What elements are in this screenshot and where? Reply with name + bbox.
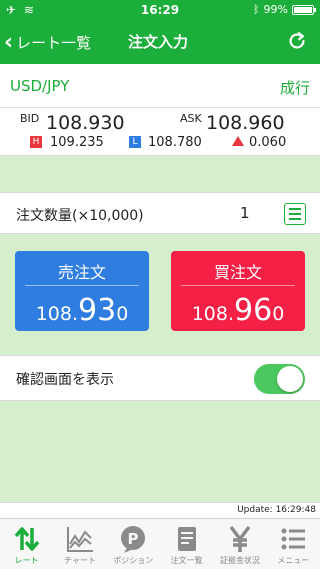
refresh-icon[interactable] xyxy=(286,30,308,52)
quantity-list-icon[interactable] xyxy=(284,203,306,225)
low-badge: L xyxy=(129,136,141,148)
order-list-icon xyxy=(177,527,196,551)
buy-price: 108.960 xyxy=(191,293,285,328)
tab-order-list[interactable]: 注文一覧 xyxy=(160,519,213,569)
yen-icon xyxy=(229,525,251,552)
tab-label: ポジション xyxy=(113,556,154,565)
quantity-label: 注文数量(×10,000) xyxy=(16,208,144,224)
quantity-value[interactable]: 1 xyxy=(240,204,250,222)
tab-label: 証拠金状況 xyxy=(219,556,260,565)
tab-menu[interactable]: メニュー xyxy=(267,519,320,569)
up-arrow-icon xyxy=(232,136,244,146)
tab-bar: レート チャート P ポジション 注文一覧 証拠金状況 メニュー xyxy=(0,518,320,569)
confirm-label: 確認画面を表示 xyxy=(16,372,114,388)
page-title: 注文入力 xyxy=(128,33,189,51)
sell-price: 108.930 xyxy=(35,293,129,328)
update-time: Update: 16:29:48 xyxy=(0,502,320,518)
price-panel: BID 108.930 ASK 108.960 H 109.235 L 108.… xyxy=(0,108,320,156)
tab-label: 注文一覧 xyxy=(170,556,203,565)
sell-label: 売注文 xyxy=(57,263,106,282)
buy-label: 買注文 xyxy=(213,263,262,282)
confirm-row: 確認画面を表示 xyxy=(0,355,320,401)
tab-label: メニュー xyxy=(277,556,310,565)
chevron-left-icon: ‹ xyxy=(4,29,14,55)
high-price: 109.235 xyxy=(50,135,104,150)
confirm-toggle[interactable] xyxy=(254,364,305,394)
battery-percent: 99% xyxy=(263,3,288,16)
low-price: 108.780 xyxy=(148,135,202,150)
back-label: レート一覧 xyxy=(16,33,92,52)
tab-rate[interactable]: レート xyxy=(0,519,53,569)
buy-order-button[interactable]: 買注文 108.960 xyxy=(171,251,305,331)
sell-order-button[interactable]: 売注文 108.930 xyxy=(15,251,149,331)
nav-bar: ‹ レート一覧 注文入力 xyxy=(0,20,320,64)
bluetooth-icon: ᛒ xyxy=(252,3,260,16)
battery-icon xyxy=(292,4,316,15)
back-button[interactable]: ‹ レート一覧 xyxy=(4,20,91,64)
rate-arrows-icon xyxy=(14,527,39,551)
status-right: ᛒ 99% xyxy=(252,3,316,16)
tab-margin[interactable]: 証拠金状況 xyxy=(213,519,266,569)
bid-label: BID xyxy=(20,112,40,125)
quantity-row: 注文数量(×10,000) 1 xyxy=(0,192,320,234)
price-change: 0.060 xyxy=(249,135,287,150)
tab-position[interactable]: P ポジション xyxy=(107,519,160,569)
bid-price: 108.930 xyxy=(46,112,125,134)
currency-pair[interactable]: USD/JPY xyxy=(10,77,69,95)
tab-label: レート xyxy=(14,556,39,565)
svg-text:P: P xyxy=(128,530,139,548)
position-icon: P xyxy=(121,526,146,553)
chart-icon xyxy=(66,527,93,552)
ask-label: ASK xyxy=(180,112,202,125)
ask-price: 108.960 xyxy=(206,112,285,134)
order-type[interactable]: 成行 xyxy=(280,77,310,98)
menu-icon xyxy=(281,528,306,550)
status-bar: ✈ ≋ 16:29 ᛒ 99% xyxy=(0,0,320,20)
tab-label: チャート xyxy=(64,556,96,565)
tab-chart[interactable]: チャート xyxy=(53,519,106,569)
high-badge: H xyxy=(30,136,42,148)
symbol-row[interactable]: USD/JPY 成行 xyxy=(0,64,320,108)
